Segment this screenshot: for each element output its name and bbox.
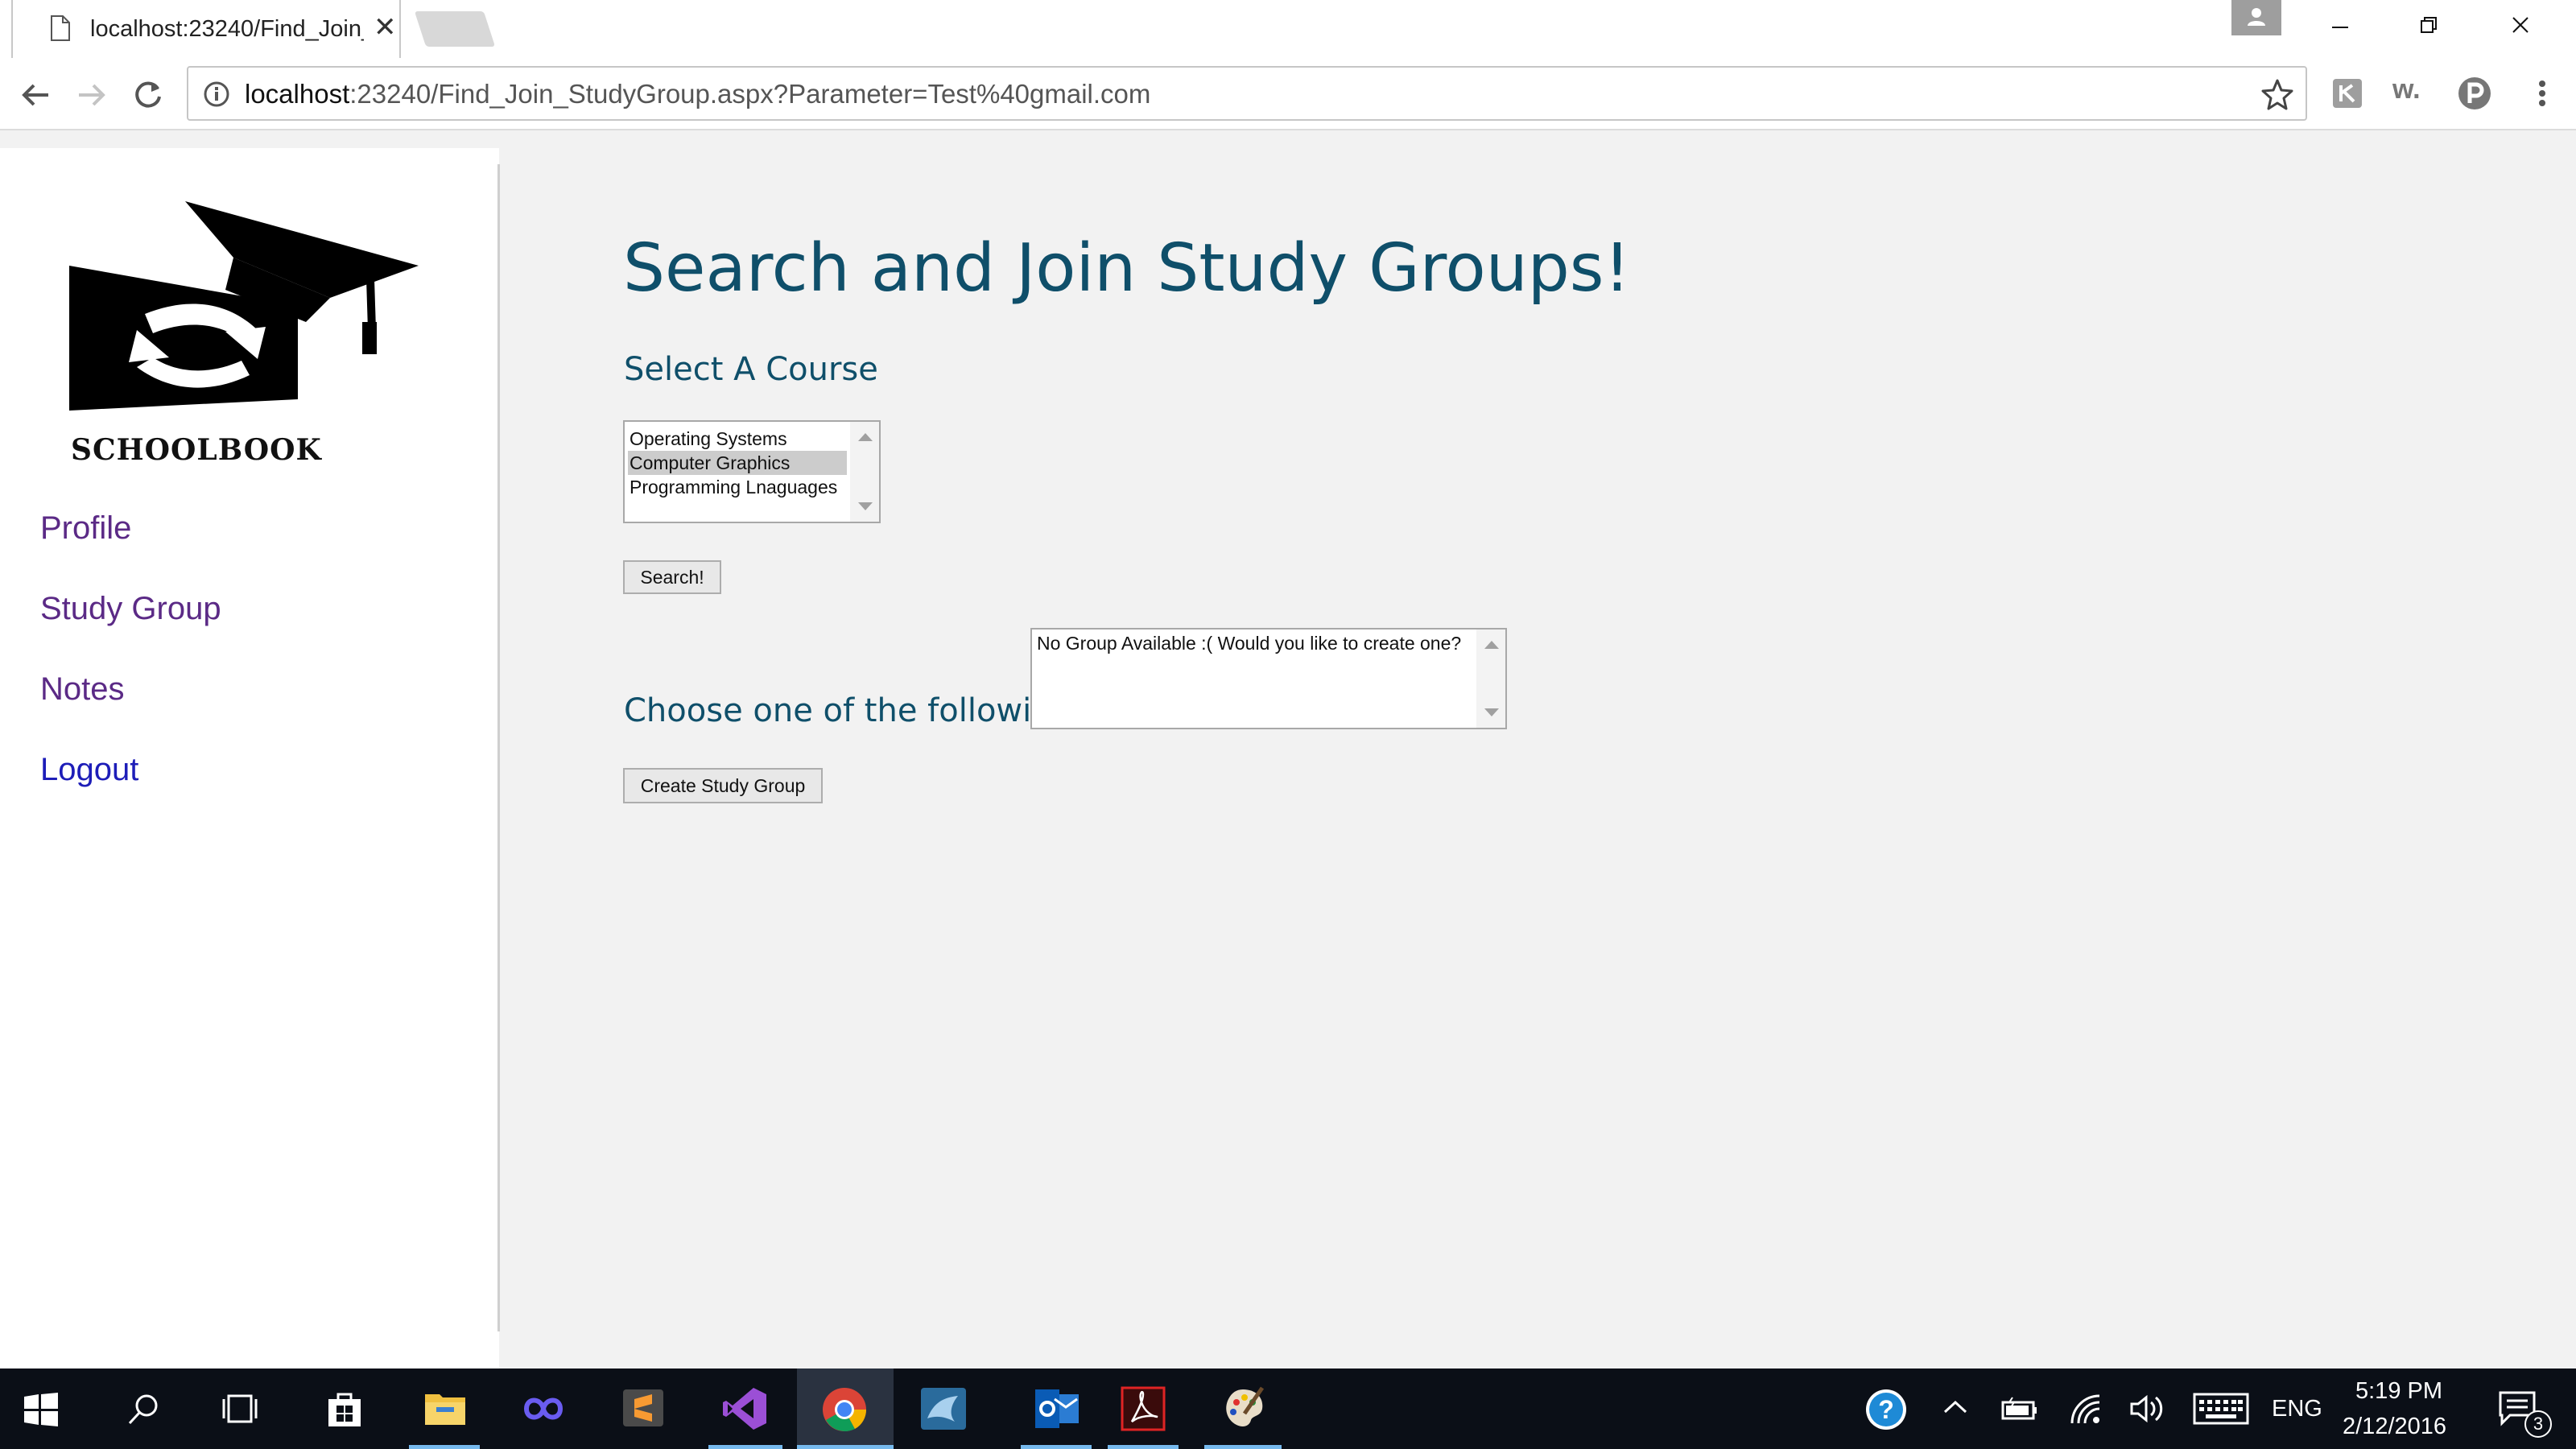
url-text: localhost:23240/Find_Join_StudyGroup.asp… bbox=[245, 79, 1151, 109]
group-listbox-scrollbar[interactable] bbox=[1476, 630, 1505, 728]
minimize-icon[interactable] bbox=[2318, 3, 2362, 47]
forward-arrow-icon[interactable] bbox=[72, 76, 111, 114]
course-listbox-scrollbar[interactable] bbox=[850, 422, 879, 522]
nav-study-group-link[interactable]: Study Group bbox=[40, 591, 221, 627]
extension-w-icon[interactable]: w. bbox=[2392, 74, 2421, 109]
folder-icon bbox=[425, 1394, 465, 1425]
scroll-up-arrow-icon[interactable] bbox=[858, 433, 873, 441]
browser-tab[interactable]: localhost:23240/Find_Join_StudyGroup.asp… bbox=[11, 0, 401, 58]
wifi-icon[interactable] bbox=[2069, 1393, 2104, 1425]
sublime-text-icon[interactable] bbox=[621, 1388, 665, 1428]
page-title: Search and Join Study Groups! bbox=[623, 230, 1631, 307]
nav-notes-link[interactable]: Notes bbox=[40, 671, 125, 708]
scroll-down-arrow-icon[interactable] bbox=[1484, 708, 1499, 716]
running-indicator bbox=[797, 1445, 894, 1449]
course-option-selected[interactable]: Computer Graphics bbox=[628, 451, 847, 475]
profile-icon[interactable] bbox=[2231, 0, 2281, 35]
tab-close-icon[interactable]: ✕ bbox=[374, 13, 397, 42]
svg-text:?: ? bbox=[1878, 1395, 1894, 1424]
show-hidden-icons-chevron-icon[interactable] bbox=[1942, 1397, 1969, 1417]
paint-palette-icon bbox=[1226, 1386, 1265, 1426]
new-tab-button[interactable] bbox=[414, 11, 496, 47]
course-option[interactable]: Programming Lnaguages bbox=[628, 475, 847, 499]
visual-studio-taskbar-item[interactable] bbox=[704, 1368, 787, 1449]
restore-icon[interactable] bbox=[2407, 3, 2450, 47]
group-listbox[interactable]: No Group Available :( Would you like to … bbox=[1030, 628, 1507, 729]
page-icon bbox=[51, 15, 70, 41]
nav-logout-link[interactable]: Logout bbox=[40, 752, 138, 788]
action-center-button[interactable]: 3 bbox=[2487, 1368, 2560, 1449]
running-indicator bbox=[1021, 1445, 1092, 1449]
chrome-taskbar-item[interactable] bbox=[797, 1368, 894, 1449]
course-listbox[interactable]: Operating Systems Computer Graphics Prog… bbox=[623, 420, 881, 523]
visual-studio-icon bbox=[723, 1388, 766, 1430]
create-study-group-button[interactable]: Create Study Group bbox=[623, 768, 823, 803]
volume-icon[interactable] bbox=[2128, 1393, 2167, 1425]
menu-dots-icon[interactable] bbox=[2524, 76, 2560, 111]
browser-tab-strip: localhost:23240/Find_Join_StudyGroup.asp… bbox=[0, 0, 2576, 58]
outlook-taskbar-item[interactable] bbox=[1016, 1368, 1096, 1449]
extension-puzzle-icon[interactable] bbox=[2330, 76, 2365, 111]
search-button[interactable]: Search! bbox=[623, 560, 721, 594]
extension-p-icon[interactable] bbox=[2457, 76, 2492, 111]
help-icon[interactable]: ? bbox=[1864, 1388, 1908, 1431]
info-icon[interactable] bbox=[203, 80, 230, 108]
battery-charging-icon[interactable] bbox=[2001, 1396, 2038, 1422]
outlook-icon bbox=[1035, 1389, 1079, 1428]
acrobat-taskbar-item[interactable] bbox=[1103, 1368, 1183, 1449]
infinity-app-icon[interactable] bbox=[518, 1393, 568, 1425]
clock-time[interactable]: 5:19 PM bbox=[2355, 1378, 2442, 1405]
sidebar-divider bbox=[497, 164, 500, 1331]
windows-taskbar: ? ENG 5:19 PM 2/12/2016 3 bbox=[0, 1368, 2576, 1449]
running-indicator bbox=[409, 1445, 480, 1449]
running-indicator bbox=[1108, 1445, 1179, 1449]
logo-text: SCHOOLBOOK bbox=[71, 433, 322, 467]
group-option[interactable]: No Group Available :( Would you like to … bbox=[1035, 631, 1472, 655]
schoolbook-logo bbox=[69, 201, 419, 411]
back-arrow-icon[interactable] bbox=[16, 76, 55, 114]
touch-keyboard-icon[interactable] bbox=[2193, 1393, 2249, 1425]
address-bar[interactable]: localhost:23240/Find_Join_StudyGroup.asp… bbox=[187, 66, 2307, 121]
acrobat-icon bbox=[1121, 1386, 1166, 1431]
paint-taskbar-item[interactable] bbox=[1201, 1368, 1285, 1449]
reload-icon[interactable] bbox=[129, 76, 167, 114]
file-explorer-taskbar-item[interactable] bbox=[404, 1368, 485, 1449]
window-close-icon[interactable] bbox=[2499, 3, 2542, 47]
bookmark-star-icon[interactable] bbox=[2260, 77, 2294, 111]
windows-start-icon[interactable] bbox=[24, 1393, 58, 1426]
language-indicator[interactable]: ENG bbox=[2272, 1396, 2322, 1422]
clock-date[interactable]: 2/12/2016 bbox=[2343, 1414, 2446, 1440]
task-view-icon[interactable] bbox=[221, 1391, 259, 1426]
scroll-up-arrow-icon[interactable] bbox=[1484, 641, 1499, 649]
select-course-label: Select A Course bbox=[624, 351, 878, 388]
mysql-workbench-icon[interactable] bbox=[919, 1386, 968, 1431]
store-icon[interactable] bbox=[324, 1388, 365, 1430]
tab-title: localhost:23240/Find_Join_StudyGroup.asp… bbox=[90, 16, 364, 42]
nav-profile-link[interactable]: Profile bbox=[40, 510, 131, 547]
choose-group-label: Choose one of the following bbox=[624, 692, 1072, 729]
course-option[interactable]: Operating Systems bbox=[628, 427, 847, 451]
notification-count-badge: 3 bbox=[2524, 1410, 2552, 1438]
scroll-down-arrow-icon[interactable] bbox=[858, 502, 873, 510]
running-indicator bbox=[708, 1445, 782, 1449]
running-indicator bbox=[1204, 1445, 1282, 1449]
chrome-icon bbox=[823, 1388, 867, 1431]
search-icon[interactable] bbox=[126, 1391, 161, 1426]
